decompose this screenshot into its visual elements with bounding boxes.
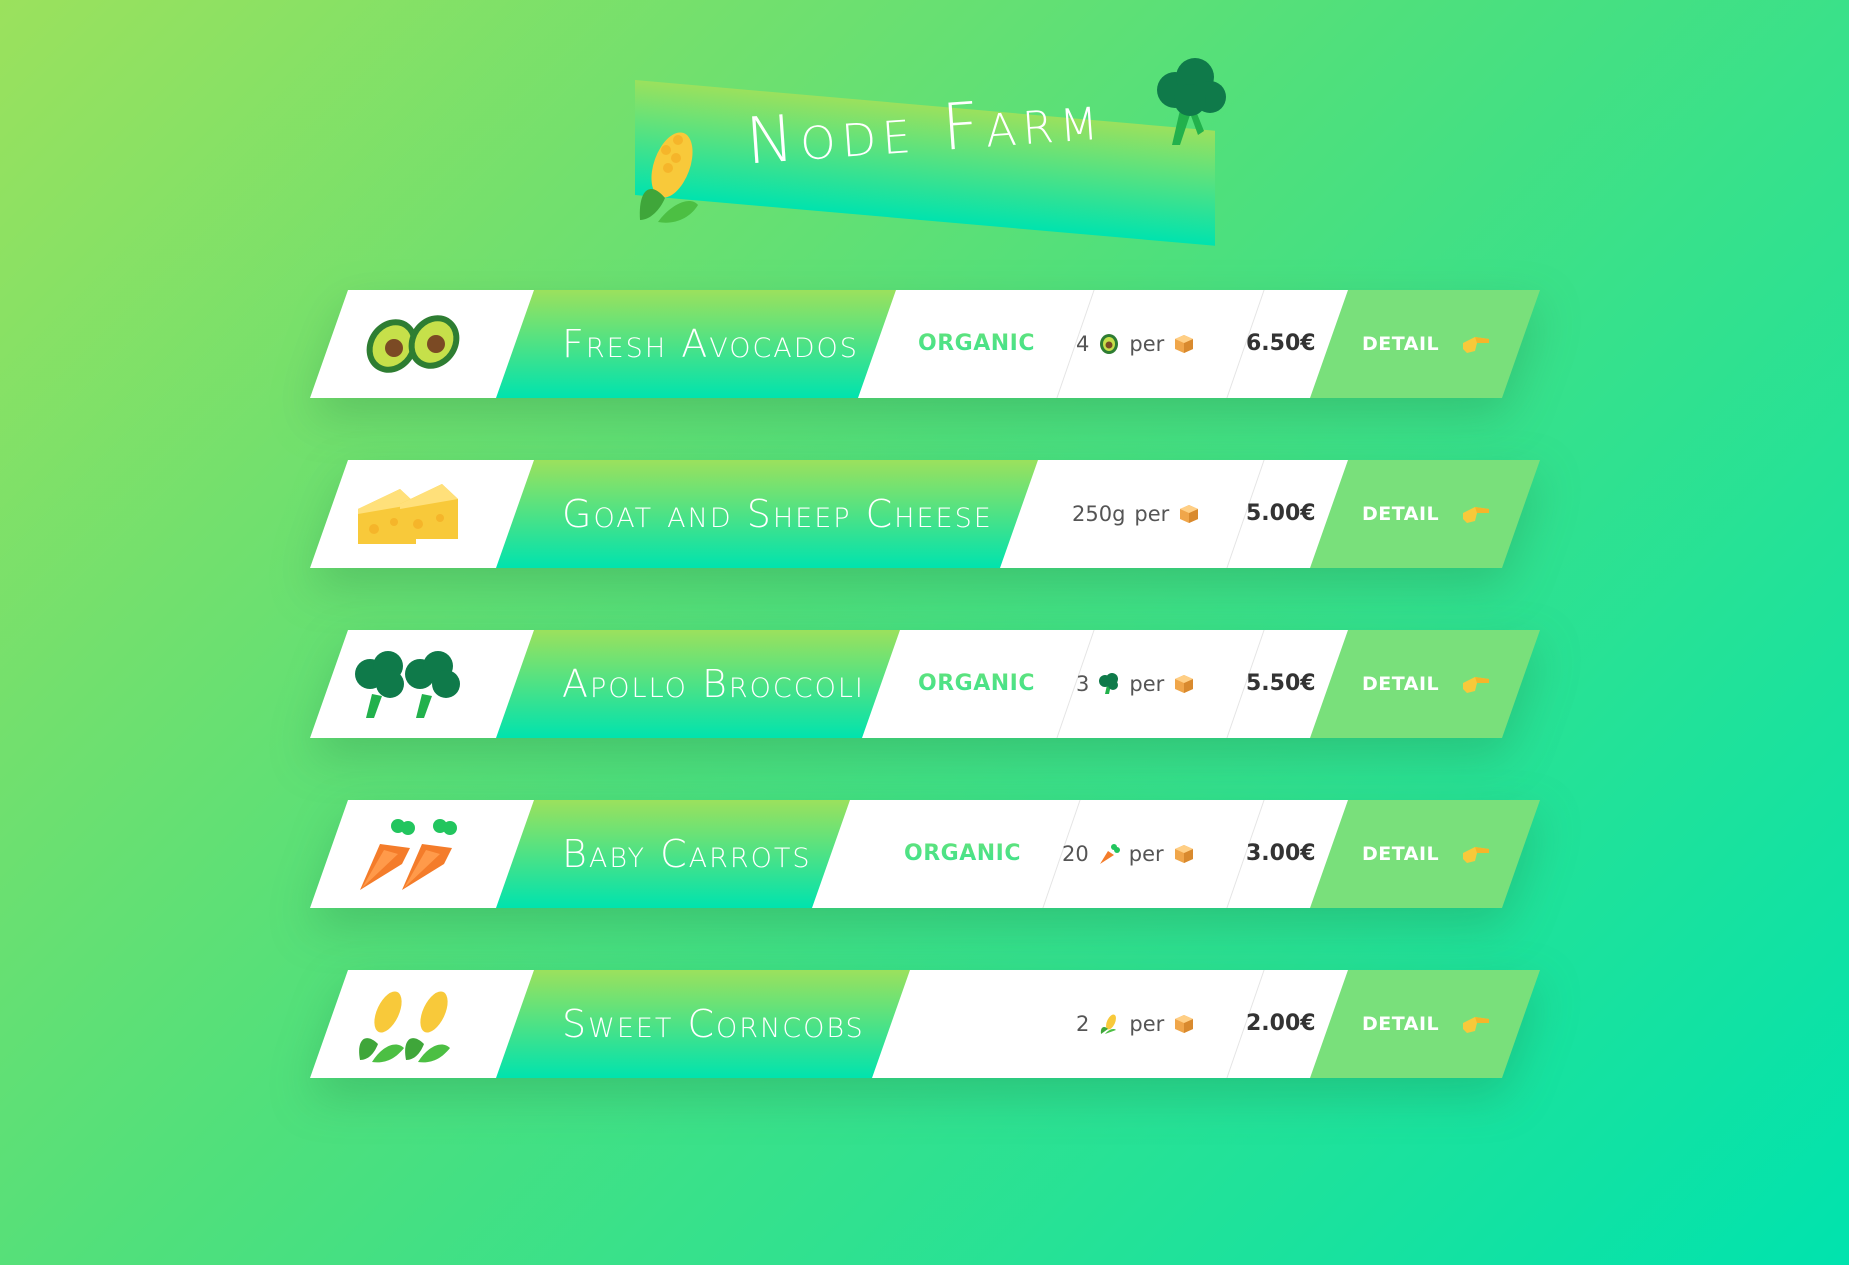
broccoli-icon (1099, 673, 1119, 694)
detail-label: DETAIL (1362, 1013, 1440, 1035)
organic-label: ORGANIC (918, 290, 1035, 398)
product-card-avocados[interactable]: Fresh Avocados ORGANIC 4 per 6.50€ DETAI… (310, 290, 1540, 398)
box-icon (1174, 845, 1193, 863)
quantity-value: 20 (1062, 842, 1089, 866)
detail-label: DETAIL (1362, 503, 1440, 525)
detail-button[interactable]: DETAIL (1310, 630, 1540, 738)
detail-button[interactable]: DETAIL (1310, 970, 1540, 1078)
detail-button[interactable]: DETAIL (1310, 800, 1540, 908)
product-name-banner[interactable]: Baby Carrots (496, 800, 850, 908)
product-name: Apollo Broccoli (562, 662, 865, 706)
cheese-icon (358, 484, 458, 544)
carrot-icon (360, 819, 457, 890)
product-price: 5.50€ (1246, 671, 1316, 696)
quantity-info: 250g per (1072, 460, 1200, 568)
product-name: Sweet Corncobs (562, 1002, 865, 1046)
avocado-icon (366, 315, 460, 373)
product-card-corncobs[interactable]: Sweet Corncobs 2 per 2.00€ DETAIL (310, 970, 1540, 1078)
quantity-info: 2 per (1076, 970, 1195, 1078)
organic-label: ORGANIC (904, 800, 1021, 908)
per-label: per (1129, 332, 1165, 356)
quantity-info: 4 per (1076, 290, 1195, 398)
broccoli-icon (355, 651, 460, 718)
product-name: Baby Carrots (562, 832, 812, 876)
pointing-hand-icon (1461, 331, 1491, 357)
per-label: per (1129, 672, 1165, 696)
box-icon (1175, 1015, 1194, 1033)
quantity-value: 3 (1076, 672, 1090, 696)
product-card-broccoli[interactable]: Apollo Broccoli ORGANIC 3 per 5.50€ DETA… (310, 630, 1540, 738)
per-label: per (1134, 502, 1170, 526)
quantity-info: 20 per (1062, 800, 1195, 908)
product-name-banner[interactable]: Apollo Broccoli (496, 630, 900, 738)
product-name: Fresh Avocados (562, 322, 859, 366)
broccoli-icon (1157, 58, 1226, 145)
product-price: 2.00€ (1246, 1011, 1316, 1036)
per-label: per (1129, 1012, 1165, 1036)
quantity-info: 3 per (1076, 630, 1195, 738)
product-card-carrots[interactable]: Baby Carrots ORGANIC 20 per 3.00€ DETAIL (310, 800, 1540, 908)
product-name-banner[interactable]: Goat and Sheep Cheese (496, 460, 1038, 568)
product-name: Goat and Sheep Cheese (562, 492, 993, 536)
quantity-value: 2 (1076, 1012, 1090, 1036)
detail-label: DETAIL (1362, 673, 1440, 695)
product-name-banner[interactable]: Sweet Corncobs (496, 970, 910, 1078)
pointing-hand-icon (1461, 671, 1491, 697)
product-card-cheese[interactable]: Goat and Sheep Cheese 250g per 5.00€ DET… (310, 460, 1540, 568)
pointing-hand-icon (1461, 841, 1491, 867)
per-label: per (1128, 842, 1164, 866)
quantity-value: 4 (1076, 332, 1090, 356)
pointing-hand-icon (1461, 501, 1491, 527)
product-price: 5.00€ (1246, 501, 1316, 526)
product-price: 3.00€ (1246, 841, 1316, 866)
detail-label: DETAIL (1362, 843, 1440, 865)
app-header: Node Farm (600, 55, 1250, 246)
quantity-value: 250g (1072, 502, 1126, 526)
carrot-icon (1099, 844, 1120, 864)
product-name-banner[interactable]: Fresh Avocados (496, 290, 896, 398)
detail-button[interactable]: DETAIL (1310, 460, 1540, 568)
pointing-hand-icon (1461, 1011, 1491, 1037)
box-icon (1175, 335, 1194, 353)
corn-icon (1101, 1014, 1117, 1034)
box-icon (1175, 675, 1194, 693)
avocado-icon (1100, 334, 1119, 354)
detail-label: DETAIL (1362, 333, 1440, 355)
corn-icon (359, 991, 450, 1063)
product-price: 6.50€ (1246, 331, 1316, 356)
box-icon (1180, 505, 1199, 523)
organic-label: ORGANIC (918, 630, 1035, 738)
detail-button[interactable]: DETAIL (1310, 290, 1540, 398)
